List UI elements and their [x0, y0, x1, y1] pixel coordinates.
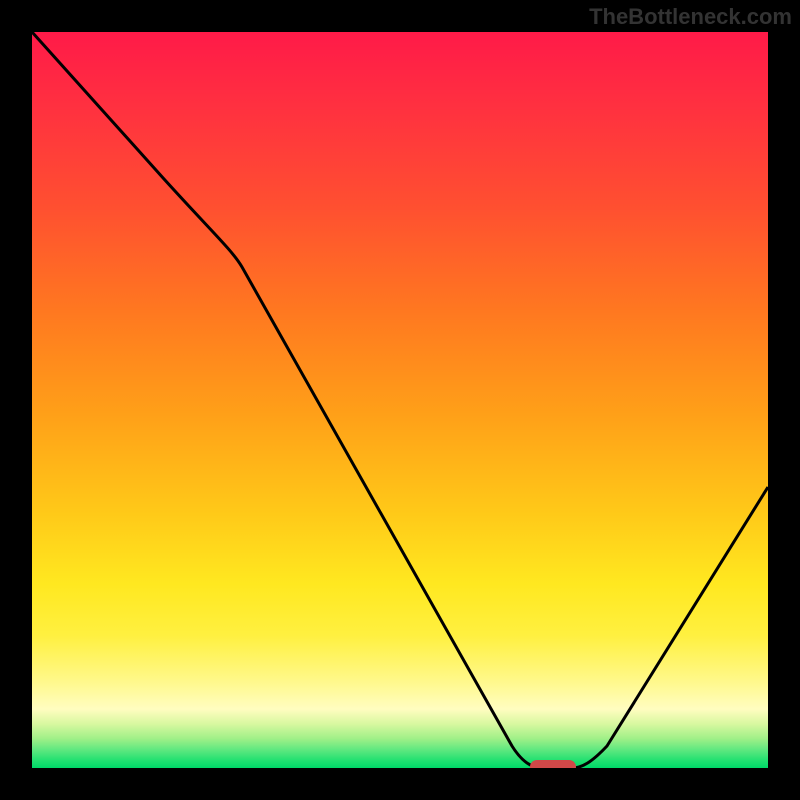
bottleneck-curve [32, 32, 768, 768]
watermark-text: TheBottleneck.com [589, 4, 792, 30]
chart-svg [32, 32, 768, 768]
chart-frame [28, 28, 772, 772]
optimal-marker [530, 760, 576, 768]
